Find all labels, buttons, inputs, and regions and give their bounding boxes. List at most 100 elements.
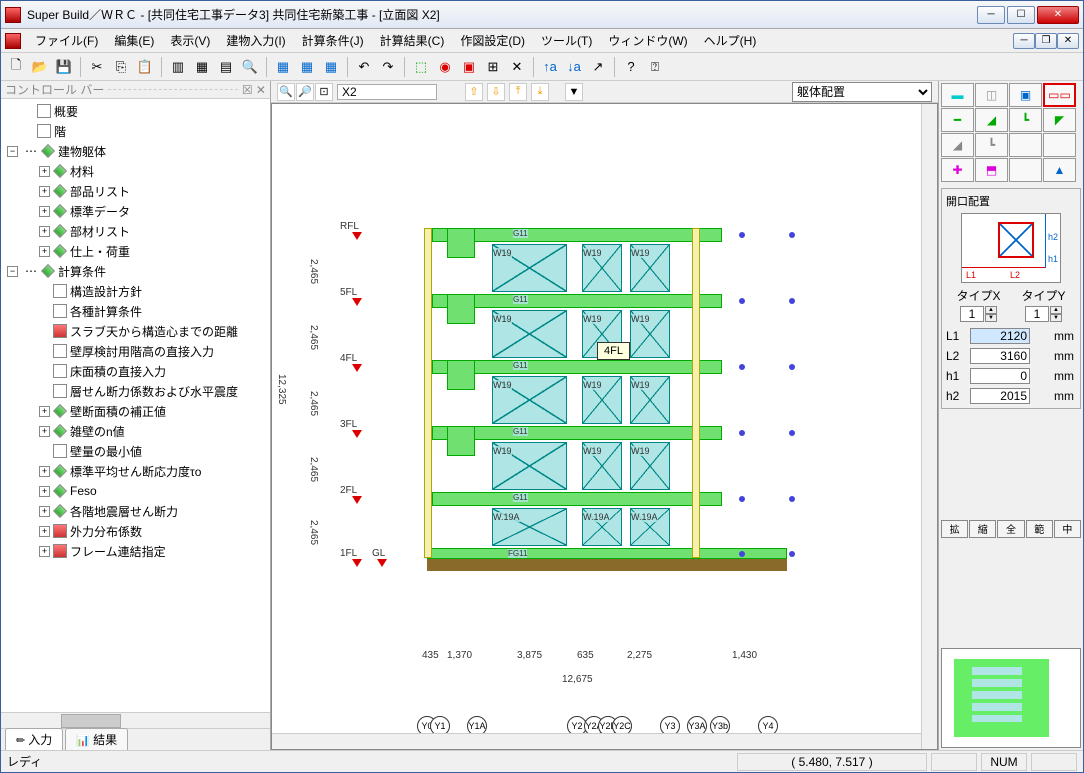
dropdown-icon[interactable]: ▼ <box>565 83 583 101</box>
tree-item[interactable]: +フレーム連結指定 <box>3 541 268 561</box>
rbtn[interactable] <box>1009 133 1042 157</box>
tree-item-calccond[interactable]: −⋯計算条件 <box>3 261 268 281</box>
tree-view[interactable]: 概要 階 −⋯建物躯体 +材料 +部品リスト +標準データ +部材リスト +仕上… <box>1 99 270 712</box>
up-icon[interactable]: ↑a <box>539 56 561 78</box>
bottom-arrow-icon[interactable]: ⤓ <box>531 83 549 101</box>
tree-item[interactable]: +外力分布係数 <box>3 521 268 541</box>
menu-building[interactable]: 建物入力(I) <box>218 30 293 51</box>
tool3-icon[interactable]: ▤ <box>215 56 237 78</box>
tree-hscroll[interactable] <box>1 712 270 728</box>
mdi-minimize-button[interactable]: ─ <box>1013 33 1035 49</box>
rbtn[interactable]: ◤ <box>1043 108 1076 132</box>
rbtn[interactable]: ⬒ <box>975 158 1008 182</box>
rbtn[interactable]: ◢ <box>941 133 974 157</box>
whatsthis-icon[interactable]: ⍰ <box>644 56 666 78</box>
cut-icon[interactable]: ✂ <box>86 56 108 78</box>
rbtn[interactable]: ┗ <box>975 133 1008 157</box>
rbtn[interactable]: ┗ <box>1009 108 1042 132</box>
tree-item-overview[interactable]: 概要 <box>3 101 268 121</box>
typex-spinner[interactable]: ▲▼ <box>960 306 997 322</box>
sidebar-close-icon[interactable]: ☒ ✕ <box>242 83 266 97</box>
grid2-icon[interactable]: ▦ <box>296 56 318 78</box>
mini-zoom-out[interactable]: 縮 <box>969 520 996 538</box>
zoomfit-icon[interactable]: ⊡ <box>315 83 333 101</box>
typey-spinner[interactable]: ▲▼ <box>1025 306 1062 322</box>
tree-item[interactable]: +部品リスト <box>3 181 268 201</box>
top-arrow-icon[interactable]: ⤒ <box>509 83 527 101</box>
hscrollbar[interactable] <box>272 733 921 749</box>
menu-file[interactable]: ファイル(F) <box>27 30 106 51</box>
mini-zoom-in[interactable]: 拡 <box>941 520 968 538</box>
tree-item[interactable]: +Feso <box>3 481 268 501</box>
redo-icon[interactable]: ↷ <box>377 56 399 78</box>
paste-icon[interactable]: 📋 <box>134 56 156 78</box>
vscrollbar[interactable] <box>921 104 937 749</box>
h1-input[interactable] <box>970 368 1030 384</box>
tree-item-building[interactable]: −⋯建物躯体 <box>3 141 268 161</box>
tree-item[interactable]: +標準平均せん断応力度τo <box>3 461 268 481</box>
zoomin-icon[interactable]: 🔍 <box>277 83 295 101</box>
tree-item[interactable]: 壁量の最小値 <box>3 441 268 461</box>
mini-fit[interactable]: 全 <box>997 520 1024 538</box>
tree-item[interactable]: 各種計算条件 <box>3 301 268 321</box>
grid3-icon[interactable]: ▦ <box>320 56 342 78</box>
tree-item[interactable]: スラブ天から構造心までの距離 <box>3 321 268 341</box>
menu-calc-res[interactable]: 計算結果(C) <box>372 30 453 51</box>
L2-input[interactable] <box>970 348 1030 364</box>
grid1-icon[interactable]: ▦ <box>272 56 294 78</box>
L1-input[interactable] <box>970 328 1030 344</box>
copy-icon[interactable]: ⎘ <box>110 56 132 78</box>
search-icon[interactable]: 🔍 <box>239 56 261 78</box>
rbtn-selected[interactable]: ▭▭ <box>1043 83 1076 107</box>
rbtn[interactable]: ▲ <box>1043 158 1076 182</box>
menu-tool[interactable]: ツール(T) <box>533 30 600 51</box>
tree-item[interactable]: 床面積の直接入力 <box>3 361 268 381</box>
tree-item[interactable]: +雑壁のn値 <box>3 421 268 441</box>
tree-item[interactable]: +材料 <box>3 161 268 181</box>
mini-center[interactable]: 中 <box>1054 520 1081 538</box>
menu-view[interactable]: 表示(V) <box>162 30 218 51</box>
tree-item[interactable]: +部材リスト <box>3 221 268 241</box>
tree-item[interactable]: +各階地震層せん断力 <box>3 501 268 521</box>
tree-item[interactable]: +標準データ <box>3 201 268 221</box>
tree-item[interactable]: +仕上・荷重 <box>3 241 268 261</box>
new-icon[interactable]: 🗋 <box>5 56 27 78</box>
menu-window[interactable]: ウィンドウ(W) <box>600 30 695 51</box>
up-arrow-icon[interactable]: ⇧ <box>465 83 483 101</box>
mode4-icon[interactable]: ⊞ <box>482 56 504 78</box>
undo-icon[interactable]: ↶ <box>353 56 375 78</box>
zoom-btns[interactable]: 🔍 🔎 ⊡ <box>277 83 333 101</box>
mode5-icon[interactable]: ✕ <box>506 56 528 78</box>
tree-item[interactable]: 壁厚検討用階高の直接入力 <box>3 341 268 361</box>
help-icon[interactable]: ? <box>620 56 642 78</box>
mode3-icon[interactable]: ▣ <box>458 56 480 78</box>
down-icon[interactable]: ↓a <box>563 56 585 78</box>
rbtn[interactable]: ✚ <box>941 158 974 182</box>
display-mode-select[interactable]: 躯体配置 <box>792 82 932 102</box>
mini-range[interactable]: 範 <box>1026 520 1053 538</box>
open-icon[interactable]: 📂 <box>29 56 51 78</box>
rbtn[interactable]: ▣ <box>1009 83 1042 107</box>
rbtn[interactable]: ━ <box>941 108 974 132</box>
view-label-input[interactable] <box>337 84 437 100</box>
mdi-close-button[interactable]: ✕ <box>1057 33 1079 49</box>
menu-calc-cond[interactable]: 計算条件(J) <box>294 30 372 51</box>
rbtn[interactable]: ▬ <box>941 83 974 107</box>
tab-result[interactable]: 📊 結果 <box>65 728 128 750</box>
tree-item-floor[interactable]: 階 <box>3 121 268 141</box>
mode2-icon[interactable]: ◉ <box>434 56 456 78</box>
rbtn[interactable]: ◫ <box>975 83 1008 107</box>
rbtn[interactable] <box>1009 158 1042 182</box>
minimap[interactable] <box>941 648 1081 748</box>
tree-item[interactable]: 構造設計方針 <box>3 281 268 301</box>
rbtn[interactable] <box>1043 133 1076 157</box>
tool1-icon[interactable]: ▥ <box>167 56 189 78</box>
rbtn[interactable]: ◢ <box>975 108 1008 132</box>
tree-item[interactable]: +壁断面積の補正値 <box>3 401 268 421</box>
h2-input[interactable] <box>970 388 1030 404</box>
maximize-button[interactable]: ☐ <box>1007 6 1035 24</box>
ref-icon[interactable]: ↗ <box>587 56 609 78</box>
zoomout-icon[interactable]: 🔎 <box>296 83 314 101</box>
save-icon[interactable]: 💾 <box>53 56 75 78</box>
tool2-icon[interactable]: ▦ <box>191 56 213 78</box>
